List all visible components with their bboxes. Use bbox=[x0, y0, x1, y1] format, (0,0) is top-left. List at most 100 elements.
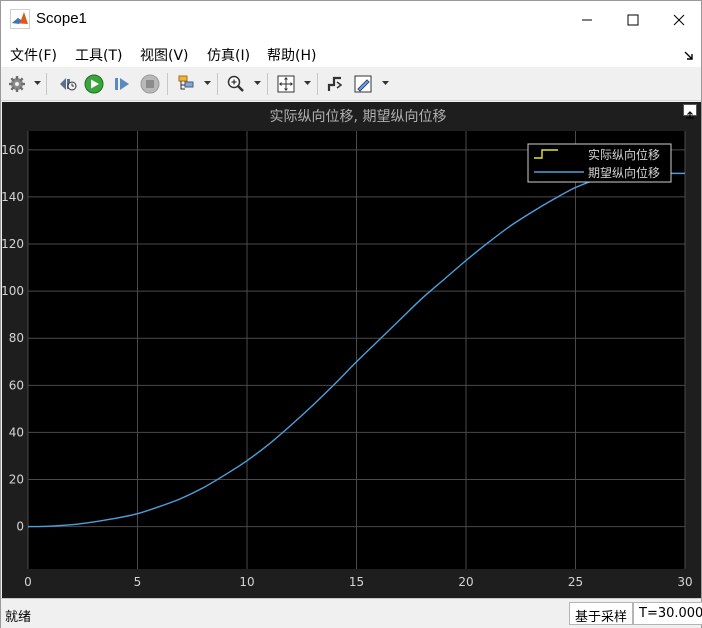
stop-button[interactable] bbox=[139, 72, 161, 96]
step-back-icon bbox=[60, 78, 77, 91]
data-point bbox=[553, 199, 554, 200]
sample-mode-indicator: 基于采样 bbox=[569, 602, 634, 625]
data-point bbox=[246, 460, 247, 461]
y-tick-label: 0 bbox=[16, 520, 24, 534]
y-tick-label: 80 bbox=[9, 331, 24, 345]
menu-bar: 文件(F) 工具(T) 视图(V) 仿真(I) 帮助(H) bbox=[1, 39, 701, 67]
menu-help[interactable]: 帮助(H) bbox=[267, 45, 316, 65]
close-icon bbox=[673, 14, 685, 26]
x-tick-label: 20 bbox=[458, 575, 473, 589]
status-bar: 就绪 基于采样 T=30.000 bbox=[1, 598, 702, 628]
menu-tools[interactable]: 工具(T) bbox=[75, 45, 122, 65]
data-point bbox=[268, 444, 269, 445]
step-forward-button[interactable] bbox=[111, 72, 133, 96]
data-point bbox=[290, 425, 291, 426]
status-text: 就绪 bbox=[5, 610, 32, 625]
window-title: Scope1 bbox=[36, 10, 87, 27]
data-point bbox=[400, 319, 401, 320]
data-point bbox=[49, 526, 50, 527]
gear-icon bbox=[9, 76, 25, 92]
settings-button[interactable] bbox=[7, 72, 27, 96]
data-point bbox=[465, 260, 466, 261]
zoom-in-icon bbox=[227, 75, 244, 92]
y-tick-label: 20 bbox=[9, 473, 24, 487]
settings-dropdown-icon[interactable] bbox=[34, 80, 41, 86]
data-point bbox=[312, 405, 313, 406]
plot-panel: 0 5 10 15 20 25 30 0 20 40 60 80 100 120 140 160 实际纵向位移… bbox=[2, 102, 701, 598]
y-tick-label: 140 bbox=[2, 190, 24, 204]
data-point bbox=[684, 173, 685, 174]
chart-title: 实际纵向位移, 期望纵向位移 bbox=[270, 109, 447, 125]
signal-selector-icon bbox=[178, 75, 194, 90]
triggers-icon bbox=[327, 76, 343, 91]
run-icon bbox=[84, 74, 104, 94]
y-tick-label: 160 bbox=[2, 143, 24, 157]
highlight-button[interactable] bbox=[352, 72, 374, 96]
legend-label-desired: 期望纵向位移 bbox=[588, 165, 660, 180]
signal-selector-button[interactable] bbox=[175, 72, 197, 96]
data-point bbox=[487, 242, 488, 243]
data-point bbox=[531, 212, 532, 213]
maximize-button[interactable] bbox=[610, 1, 656, 39]
menu-view[interactable]: 视图(V) bbox=[140, 45, 189, 65]
scope-window: Scope1 文件(F) 工具(T) 视图(V) 仿真(I) 帮助(H) 0 5… bbox=[0, 0, 702, 628]
legend-label-actual: 实际纵向位移 bbox=[588, 147, 660, 162]
x-tick-label: 10 bbox=[239, 575, 254, 589]
menu-simulation[interactable]: 仿真(I) bbox=[207, 45, 250, 65]
minimize-button[interactable] bbox=[564, 1, 610, 39]
step-forward-icon bbox=[115, 78, 129, 90]
close-button[interactable] bbox=[656, 1, 702, 39]
toolbar-separator bbox=[267, 73, 268, 95]
toolbar-separator bbox=[167, 73, 168, 95]
data-point bbox=[181, 498, 182, 499]
y-tick-label: 120 bbox=[2, 237, 24, 251]
x-tick-label: 0 bbox=[24, 575, 32, 589]
highlight-icon bbox=[354, 75, 372, 93]
triggers-button[interactable] bbox=[324, 72, 346, 96]
data-point bbox=[509, 226, 510, 227]
data-point bbox=[225, 474, 226, 475]
undock-icon bbox=[686, 111, 694, 119]
autoscale-dropdown-icon[interactable] bbox=[304, 80, 311, 86]
data-point bbox=[71, 524, 72, 525]
data-point bbox=[378, 340, 379, 341]
scope-plot[interactable]: 0 5 10 15 20 25 30 0 20 40 60 80 100 120 140 160 实际纵向位移… bbox=[2, 102, 701, 598]
y-tick-label: 100 bbox=[2, 284, 24, 298]
y-tick-label: 60 bbox=[9, 378, 24, 392]
autoscale-icon bbox=[277, 75, 295, 93]
autoscale-button[interactable] bbox=[275, 72, 297, 96]
data-point bbox=[93, 521, 94, 522]
data-point bbox=[422, 298, 423, 299]
zoom-button[interactable] bbox=[225, 72, 247, 96]
menu-file[interactable]: 文件(F) bbox=[10, 45, 57, 65]
stop-icon bbox=[140, 74, 160, 94]
x-tick-label: 30 bbox=[677, 575, 692, 589]
title-bar: Scope1 bbox=[1, 1, 701, 39]
data-point bbox=[159, 506, 160, 507]
data-point bbox=[334, 384, 335, 385]
data-point bbox=[356, 361, 357, 362]
maximize-icon bbox=[627, 14, 639, 26]
dock-arrow-icon[interactable] bbox=[683, 47, 695, 60]
data-point bbox=[137, 513, 138, 514]
undock-button[interactable] bbox=[683, 104, 697, 119]
toolbar-separator bbox=[317, 73, 318, 95]
y-tick-label: 40 bbox=[9, 425, 24, 439]
x-tick-label: 5 bbox=[134, 575, 142, 589]
data-point bbox=[27, 526, 28, 527]
step-back-button[interactable] bbox=[56, 72, 78, 96]
highlight-dropdown-icon[interactable] bbox=[382, 80, 389, 86]
toolbar-separator bbox=[46, 73, 47, 95]
zoom-dropdown-icon[interactable] bbox=[254, 80, 261, 86]
legend: 实际纵向位移 期望纵向位移 bbox=[527, 143, 672, 183]
signal-dropdown-icon[interactable] bbox=[204, 80, 211, 86]
x-tick-label: 15 bbox=[349, 575, 364, 589]
toolbar-separator bbox=[217, 73, 218, 95]
data-point bbox=[115, 518, 116, 519]
x-tick-label: 25 bbox=[568, 575, 583, 589]
minimize-icon bbox=[582, 19, 592, 21]
data-point bbox=[203, 487, 204, 488]
data-point bbox=[575, 187, 576, 188]
run-button[interactable] bbox=[83, 72, 105, 96]
sim-time-indicator: T=30.000 bbox=[633, 602, 702, 625]
